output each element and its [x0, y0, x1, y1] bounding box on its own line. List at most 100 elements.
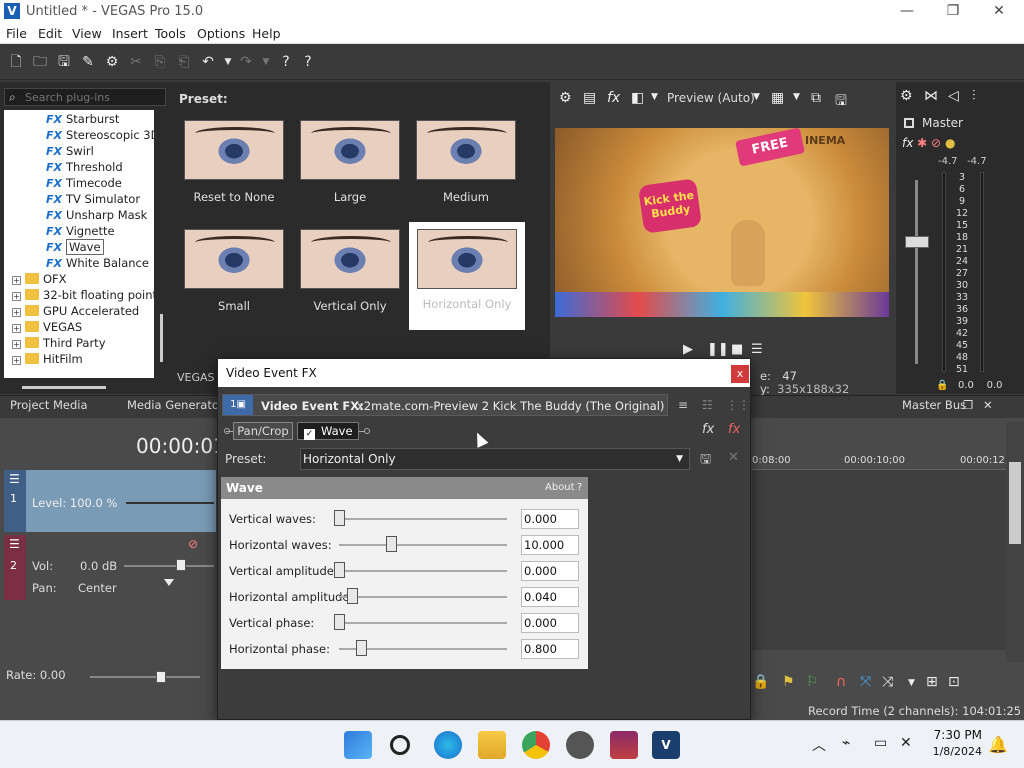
preview-device-icon[interactable]: ▤ [583, 90, 596, 106]
edit-tool-icon[interactable]: ⊡ [948, 674, 960, 690]
search-icon[interactable] [390, 735, 410, 755]
video-track-1[interactable]: ☰ 1 Level: 100.0 % [4, 470, 216, 532]
track-1-level-slider[interactable] [126, 502, 214, 504]
vertical-waves-knob[interactable] [334, 510, 345, 526]
open-folder-icon[interactable]: 🗀 [32, 54, 48, 70]
timeline-scroll-thumb[interactable] [1009, 462, 1021, 544]
plugin-item-threshold[interactable]: FX Threshold [46, 160, 123, 176]
mixer-faders-icon[interactable]: ⫶ [972, 88, 976, 104]
volume-icon[interactable]: ✕ [900, 735, 912, 751]
track-menu-icon[interactable]: ☰ [9, 472, 20, 486]
vertical-phase-slider[interactable] [339, 622, 507, 624]
plugin-item-white-balance[interactable]: FX White Balance [46, 256, 149, 272]
minimize-button[interactable]: — [884, 0, 930, 24]
timeline-ruler[interactable]: 0:08:00 00:00:10;00 00:00:12;0 [752, 452, 1015, 470]
undo-dropdown-icon[interactable]: ▼ [220, 54, 236, 70]
expand-icon[interactable]: + [12, 356, 21, 365]
horizontal-waves-field[interactable] [521, 535, 579, 555]
vertical-waves-slider[interactable] [339, 518, 507, 520]
chrome-icon[interactable] [522, 731, 550, 759]
select-events-icon[interactable]: ⊞ [926, 674, 938, 690]
cut-icon[interactable]: ✂ [128, 54, 144, 70]
track-2-volume-knob[interactable] [176, 559, 186, 571]
menu-file[interactable]: File [6, 26, 27, 41]
ripple-mode-icon[interactable]: ⤨ [882, 674, 893, 690]
render-icon[interactable]: ✎ [80, 54, 96, 70]
save-icon[interactable]: 🖫 [56, 54, 72, 70]
split-screen-icon[interactable]: ◧ [631, 90, 644, 106]
timeline-tracks-area[interactable] [752, 470, 1006, 650]
tray-chevron-icon[interactable]: ︿ [812, 735, 826, 755]
downmix-icon[interactable]: ⋈ [924, 88, 938, 104]
copy-snapshot-icon[interactable]: ⧉ [811, 90, 821, 106]
quality-dropdown-icon[interactable]: ▼ [753, 92, 760, 102]
snap-magnet-icon[interactable]: ∩ [836, 674, 846, 690]
copy-icon[interactable]: ⎘ [152, 54, 168, 70]
windows-start-icon[interactable] [344, 731, 372, 759]
expand-icon[interactable]: + [12, 308, 21, 317]
help-icon[interactable]: ? [300, 54, 316, 70]
vertical-amplitude-knob[interactable] [334, 562, 345, 578]
undo-icon[interactable]: ↶ [200, 54, 216, 70]
remove-plugin-icon[interactable]: fx [728, 422, 740, 437]
rate-slider-knob[interactable] [156, 671, 166, 683]
master-checkbox-icon[interactable] [904, 118, 914, 128]
display-icon[interactable]: ▭ [874, 735, 887, 751]
fx-dialog-close-button[interactable]: x [731, 365, 749, 383]
menu-edit[interactable]: Edit [38, 26, 62, 41]
pan-crop-button[interactable]: Pan/Crop [233, 422, 293, 440]
horizontal-amplitude-field[interactable] [521, 587, 579, 607]
folder-32bit[interactable]: +32-bit floating point [12, 288, 154, 304]
plugin-item-starburst[interactable]: FX Starburst [46, 112, 119, 128]
network-icon[interactable]: ⌁ [842, 735, 850, 751]
master-fader-knob[interactable] [905, 236, 929, 248]
maximize-button[interactable]: ❐ [930, 0, 976, 24]
horizontal-amplitude-knob[interactable] [347, 588, 359, 604]
play-icon[interactable]: ▶ [683, 342, 693, 357]
preset-vertical-only[interactable]: Vertical Only [292, 229, 408, 337]
vertical-waves-field[interactable] [521, 509, 579, 529]
timeline-timecode[interactable]: 00:00:01 [136, 434, 226, 458]
paste-icon[interactable]: ⎗ [176, 54, 192, 70]
plugin-item-unsharp-mask[interactable]: FX Unsharp Mask [46, 208, 147, 224]
list-view-icon[interactable]: ≡ [678, 398, 688, 412]
dim-output-icon[interactable]: ◁ [948, 88, 959, 104]
folder-vegas[interactable]: + VEGAS [12, 320, 82, 336]
menu-tools[interactable]: Tools [155, 26, 186, 41]
menu-help[interactable]: Help [252, 26, 281, 41]
horizontal-phase-field[interactable] [521, 639, 579, 659]
audio-track-2[interactable]: ☰ 2 Vol: 0.0 dB Pan: Center ⊘ [4, 535, 216, 600]
edge-browser-icon[interactable] [434, 731, 462, 759]
preset-horizontal-only[interactable]: Horizontal Only [409, 222, 525, 330]
master-solo-icon[interactable]: ● [945, 136, 955, 150]
redo-icon[interactable]: ↷ [238, 54, 254, 70]
tab-project-media[interactable]: Project Media [10, 398, 88, 412]
lock-envelopes-icon[interactable]: 🔒 [752, 674, 769, 690]
master-bus-restore-icon[interactable]: ❐ [963, 398, 973, 412]
plugin-item-stereoscopic[interactable]: FXStereoscopic 3D A [46, 128, 154, 144]
tab-media-generators[interactable]: Media Generators [127, 398, 230, 412]
plugin-item-swirl[interactable]: FX Swirl [46, 144, 94, 160]
vertical-amplitude-field[interactable] [521, 561, 579, 581]
winrar-icon[interactable] [610, 731, 638, 759]
plugin-item-timecode[interactable]: FX Timecode [46, 176, 122, 192]
vertical-phase-field[interactable] [521, 613, 579, 633]
master-mute-icon[interactable]: ⊘ [931, 136, 941, 150]
region-icon[interactable]: ⚐ [806, 674, 819, 690]
track-2-mute-icon[interactable]: ⊘ [188, 537, 198, 551]
save-snapshot-icon[interactable]: 🖫 [835, 90, 847, 114]
plugin-item-tv-simulator[interactable]: FX TV Simulator [46, 192, 140, 208]
about-link[interactable]: About [545, 482, 575, 493]
plugin-search-input[interactable] [25, 91, 165, 104]
what-is-this-icon[interactable]: ? [278, 54, 294, 70]
master-eq-icon[interactable]: ✱ [917, 136, 927, 150]
redo-dropdown-icon[interactable]: ▼ [258, 54, 274, 70]
preset-reset-to-none[interactable]: Reset to None [176, 120, 292, 228]
master-bus-close-icon[interactable]: ✕ [983, 398, 993, 412]
overlays-grid-icon[interactable]: ▦ [771, 90, 784, 106]
folder-ofx[interactable]: + OFX [12, 272, 67, 288]
track-1-header[interactable]: ☰ 1 [4, 470, 26, 532]
horizontal-phase-knob[interactable] [355, 640, 367, 656]
vertical-amplitude-slider[interactable] [339, 570, 507, 572]
folder-third-party[interactable]: + Third Party [12, 336, 106, 352]
